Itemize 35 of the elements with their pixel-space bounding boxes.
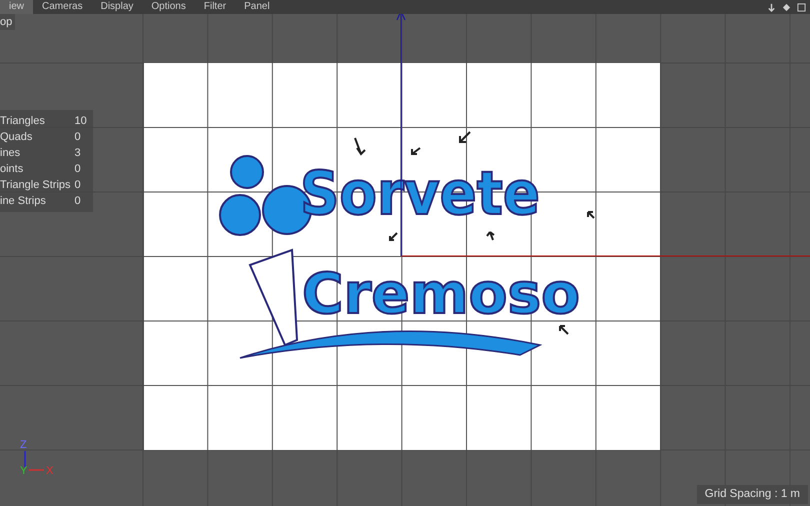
menu-item[interactable]: Panel [235, 0, 279, 14]
stat-value: 0 [74, 194, 82, 209]
move-icon[interactable] [782, 2, 791, 12]
menu-item[interactable]: Options [142, 0, 195, 14]
arrow-mark-icon [486, 231, 495, 241]
arrow-mark-icon [459, 131, 471, 143]
arrow-mark-icon [354, 137, 366, 156]
x-axis-gizmo-line [29, 469, 44, 471]
menu-item[interactable]: Filter [194, 0, 236, 14]
stat-name: ine Strips [0, 194, 46, 209]
stat-name: Quads [0, 130, 32, 145]
arrow-mark-icon [587, 211, 595, 219]
view-label: op [0, 14, 16, 30]
arrows-icon[interactable] [767, 2, 776, 12]
stat-value: 3 [74, 146, 82, 161]
window-icon[interactable] [797, 2, 806, 12]
stat-name: Triangles [0, 114, 45, 129]
z-axis-line [24, 451, 26, 467]
stat-value: 10 [74, 114, 88, 129]
arrow-mark-icon [411, 147, 421, 155]
menu-item[interactable]: Cameras [33, 0, 92, 14]
stat-name: ines [0, 146, 20, 161]
stat-value: 0 [74, 130, 82, 145]
axis-label: Z [20, 439, 27, 451]
menu-item[interactable]: iew [0, 0, 34, 14]
stat-value: 0 [74, 178, 82, 193]
stat-value: 0 [74, 162, 82, 177]
menu-item[interactable]: Display [92, 0, 142, 14]
stat-name: Triangle Strips [0, 178, 71, 193]
grid-spacing-label: Grid Spacing : 1 m [696, 484, 808, 504]
stat-name: oints [0, 162, 24, 177]
arrow-mark-icon [389, 232, 398, 241]
arrow-mark-icon [559, 325, 569, 335]
axis-label: X [46, 465, 54, 477]
axis-label: Y [20, 465, 28, 477]
